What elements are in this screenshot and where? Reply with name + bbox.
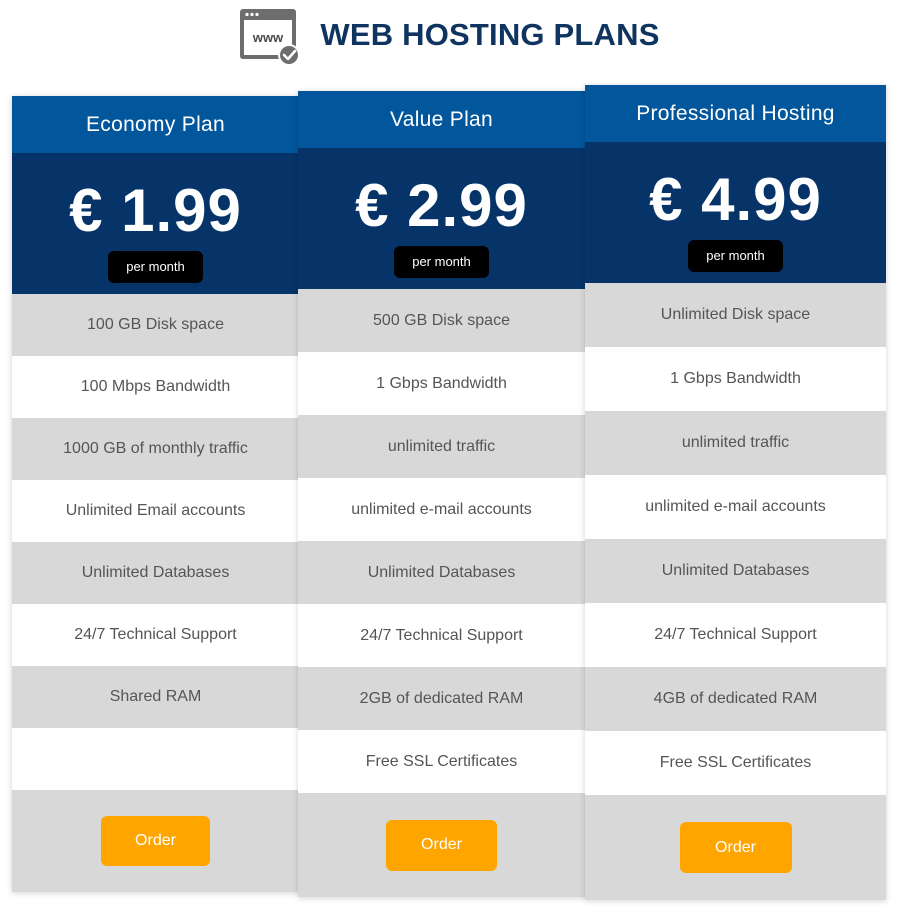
order-row: Order [585, 795, 886, 900]
feature-row: 500 GB Disk space [298, 289, 585, 352]
feature-row: 100 Mbps Bandwidth [12, 356, 299, 418]
feature-row: Free SSL Certificates [298, 730, 585, 793]
plan-price: € 1.99 [69, 177, 242, 244]
order-button-economy[interactable]: Order [101, 816, 210, 866]
plan-card-economy: Economy Plan € 1.99 per month 100 GB Dis… [12, 96, 299, 892]
pricing-page: www WEB HOSTING PLANS Economy Plan € 1.9… [0, 0, 898, 914]
order-button-professional[interactable]: Order [679, 822, 792, 873]
feature-row: Free SSL Certificates [585, 731, 886, 795]
feature-row: Unlimited Databases [298, 541, 585, 604]
plan-price: € 2.99 [355, 172, 528, 239]
feature-row: Shared RAM [12, 666, 299, 728]
per-month-badge: per month [394, 246, 489, 278]
order-row: Order [12, 790, 299, 892]
plan-name: Professional Hosting [585, 85, 886, 142]
plan-price: € 4.99 [649, 166, 822, 233]
feature-row: 1 Gbps Bandwidth [585, 347, 886, 411]
plan-card-professional: Professional Hosting € 4.99 per month Un… [585, 85, 886, 900]
plan-name: Economy Plan [12, 96, 299, 153]
feature-list: 100 GB Disk space 100 Mbps Bandwidth 100… [12, 294, 299, 790]
per-month-badge: per month [108, 251, 203, 283]
feature-row: Unlimited Databases [12, 542, 299, 604]
feature-row: unlimited traffic [585, 411, 886, 475]
feature-row: 1000 GB of monthly traffic [12, 418, 299, 480]
feature-row: unlimited e-mail accounts [298, 478, 585, 541]
feature-list: Unlimited Disk space 1 Gbps Bandwidth un… [585, 283, 886, 795]
feature-row [12, 728, 299, 790]
per-month-badge: per month [688, 240, 783, 272]
feature-row: 4GB of dedicated RAM [585, 667, 886, 731]
plan-name: Value Plan [298, 91, 585, 148]
order-button-value[interactable]: Order [386, 819, 497, 871]
feature-row: Unlimited Email accounts [12, 480, 299, 542]
price-box: € 2.99 per month [298, 148, 585, 289]
price-box: € 1.99 per month [12, 153, 299, 294]
feature-row: 24/7 Technical Support [12, 604, 299, 666]
page-title: WEB HOSTING PLANS [320, 17, 660, 52]
order-row: Order [298, 793, 585, 897]
plan-card-value: Value Plan € 2.99 per month 500 GB Disk … [298, 91, 585, 897]
feature-row: 100 GB Disk space [12, 294, 299, 356]
feature-row: unlimited traffic [298, 415, 585, 478]
feature-row: unlimited e-mail accounts [585, 475, 886, 539]
www-icon-text: www [252, 30, 284, 45]
price-box: € 4.99 per month [585, 142, 886, 283]
page-header: www WEB HOSTING PLANS [0, 0, 898, 70]
www-browser-check-icon: www [240, 9, 301, 66]
feature-list: 500 GB Disk space 1 Gbps Bandwidth unlim… [298, 289, 585, 793]
feature-row: Unlimited Databases [585, 539, 886, 603]
feature-row: 1 Gbps Bandwidth [298, 352, 585, 415]
feature-row: Unlimited Disk space [585, 283, 886, 347]
feature-row: 2GB of dedicated RAM [298, 667, 585, 730]
feature-row: 24/7 Technical Support [585, 603, 886, 667]
feature-row: 24/7 Technical Support [298, 604, 585, 667]
